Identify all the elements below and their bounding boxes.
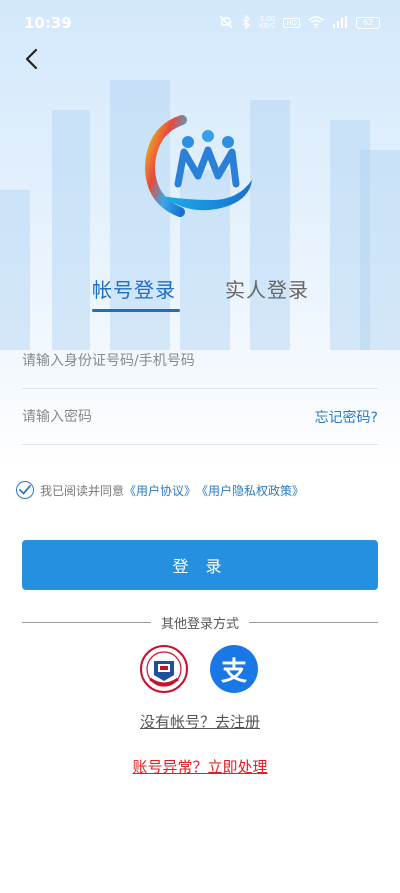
mute-icon bbox=[219, 15, 233, 32]
signal-icon bbox=[332, 15, 348, 31]
building-silhouette bbox=[52, 110, 90, 350]
other-login-label: 其他登录方式 bbox=[161, 616, 240, 632]
tab-account-login[interactable]: 帐号登录 bbox=[92, 274, 176, 303]
agreement-checkbox[interactable] bbox=[16, 481, 34, 499]
battery-indicator: 62 bbox=[356, 17, 380, 29]
organization-seal-icon bbox=[140, 645, 188, 693]
organization-login-button[interactable] bbox=[140, 645, 188, 693]
hd-badge: HD bbox=[283, 18, 300, 28]
agreement-row: 我已阅读并同意 《用户协议》 《用户隐私权政策》 bbox=[16, 481, 304, 499]
active-tab-indicator bbox=[92, 309, 180, 312]
username-input[interactable] bbox=[22, 352, 378, 369]
wifi-icon bbox=[308, 15, 324, 31]
status-icons: 3.00 KB/S HD 62 bbox=[219, 13, 380, 32]
abnormal-row: 账号异常？立即处理 bbox=[0, 756, 400, 777]
status-time: 10:39 bbox=[24, 14, 72, 32]
network-speed-indicator: 3.00 KB/S bbox=[259, 15, 276, 30]
login-tabs: 帐号登录 实人登录 bbox=[0, 274, 400, 314]
status-bar: 10:39 3.00 KB/S HD 62 bbox=[0, 0, 400, 46]
divider-line bbox=[22, 621, 151, 623]
building-silhouette bbox=[0, 190, 30, 350]
username-field bbox=[22, 333, 378, 389]
alipay-login-button[interactable]: 支 bbox=[210, 645, 258, 693]
register-row: 没有帐号？去注册 bbox=[0, 711, 400, 732]
register-link[interactable]: 没有帐号？去注册 bbox=[140, 713, 260, 731]
privacy-policy-link[interactable]: 《用户隐私权政策》 bbox=[196, 482, 304, 499]
back-button[interactable] bbox=[18, 46, 44, 72]
password-input[interactable] bbox=[22, 408, 315, 425]
divider-line bbox=[249, 621, 379, 623]
alipay-icon: 支 bbox=[220, 656, 247, 687]
user-agreement-link[interactable]: 《用户协议》 bbox=[124, 482, 196, 499]
chevron-left-icon bbox=[25, 48, 38, 70]
account-abnormal-link[interactable]: 账号异常？立即处理 bbox=[132, 758, 267, 776]
checkmark-icon bbox=[19, 485, 31, 495]
bluetooth-icon bbox=[241, 13, 251, 32]
other-login-divider: 其他登录方式 bbox=[22, 612, 379, 632]
app-logo bbox=[142, 108, 262, 228]
building-silhouette bbox=[360, 150, 400, 350]
login-button[interactable]: 登 录 bbox=[22, 540, 378, 590]
forgot-password-link[interactable]: 忘记密码? bbox=[315, 407, 378, 427]
tab-realname-login[interactable]: 实人登录 bbox=[225, 274, 309, 303]
password-field: 忘记密码? bbox=[22, 389, 378, 445]
agreement-prefix: 我已阅读并同意 bbox=[40, 483, 125, 498]
